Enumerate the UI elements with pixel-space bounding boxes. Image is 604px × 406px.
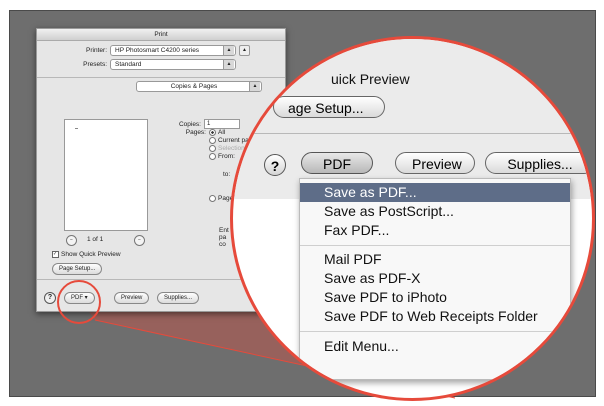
preview-button[interactable]: Preview [114,292,150,304]
copies-row: Copies: 1 [171,119,240,129]
presets-label: Presets: [83,61,107,68]
magnifier-lens: uick Preview age Setup... ? PDF ▾ Previe… [230,36,595,401]
radio-icon [209,153,216,160]
highlight-circle [57,280,101,324]
supplies-button[interactable]: Supplies... [157,292,200,304]
presets-row: Presets: Standard ▲ [47,59,236,70]
menu-item-fax-pdf[interactable]: Fax PDF... [300,221,570,240]
page-setup-button[interactable]: age Setup... [273,96,385,118]
printer-select[interactable]: HP Photosmart C4200 series ▲ [110,45,236,56]
enter-text-2: pa [219,234,227,241]
preview-content [75,128,78,129]
pages-to-label: to: [223,171,231,178]
presets-value: Standard [115,61,142,68]
menu-item-save-as-postscript[interactable]: Save as PostScript... [300,202,570,221]
pages-all-option[interactable]: All [209,129,225,136]
page-count: 1 of 1 [87,236,104,243]
quick-preview-label: uick Preview [331,71,410,87]
menu-item-save-pdf-to-iphoto[interactable]: Save PDF to iPhoto [300,288,570,307]
help-icon[interactable]: ? [44,292,56,304]
pdf-menu: Save as PDF... Save as PostScript... Fax… [299,178,571,380]
menu-item-save-as-pdf-x[interactable]: Save as PDF-X [300,269,570,288]
help-icon[interactable]: ? [264,154,286,176]
supplies-button[interactable]: Supplies... [485,152,592,174]
menu-separator [300,331,570,332]
pdf-button[interactable]: PDF ▾ [301,152,373,194]
pages-range-option[interactable]: Page [209,195,233,202]
preview-button[interactable]: Preview [395,152,475,174]
next-page-icon[interactable]: − [134,235,145,246]
previous-page-icon[interactable]: − [66,235,77,246]
lens-dialog-bg [233,39,592,199]
checkmark-icon: ✓ [52,251,59,258]
presets-select[interactable]: Standard ▲ [110,59,236,70]
radio-icon [209,195,216,202]
pages-label: Pages: [185,129,206,136]
radio-icon [209,137,216,144]
menu-separator [300,245,570,246]
enter-text-1: Ent [219,227,229,234]
divider [233,133,592,134]
menu-item-save-pdf-to-web-receipts[interactable]: Save PDF to Web Receipts Folder [300,307,570,326]
radio-icon [209,145,216,152]
page-setup-button[interactable]: Page Setup... [52,263,103,275]
enter-text-3: co [219,241,226,248]
menu-item-save-as-pdf[interactable]: Save as PDF... [300,183,570,202]
pages-from-option[interactable]: From: [209,153,235,160]
printer-row: Printer: HP Photosmart C4200 series ▲ ▲ [47,45,250,56]
copies-label: Copies: [178,120,201,128]
pane-value: Copies & Pages [170,83,218,90]
lens-content: uick Preview age Setup... ? PDF ▾ Previe… [233,39,592,398]
pages-all-label: All [218,129,226,137]
show-quick-preview-checkbox[interactable]: ✓ Show Quick Preview [52,251,121,258]
page-preview [64,119,148,231]
printer-label: Printer: [86,47,107,54]
printer-value: HP Photosmart C4200 series [115,47,200,54]
menu-item-edit-menu[interactable]: Edit Menu... [300,337,570,356]
radio-icon [209,129,216,136]
show-quick-preview-label: Show Quick Preview [61,251,121,259]
menu-item-mail-pdf[interactable]: Mail PDF [300,250,570,269]
